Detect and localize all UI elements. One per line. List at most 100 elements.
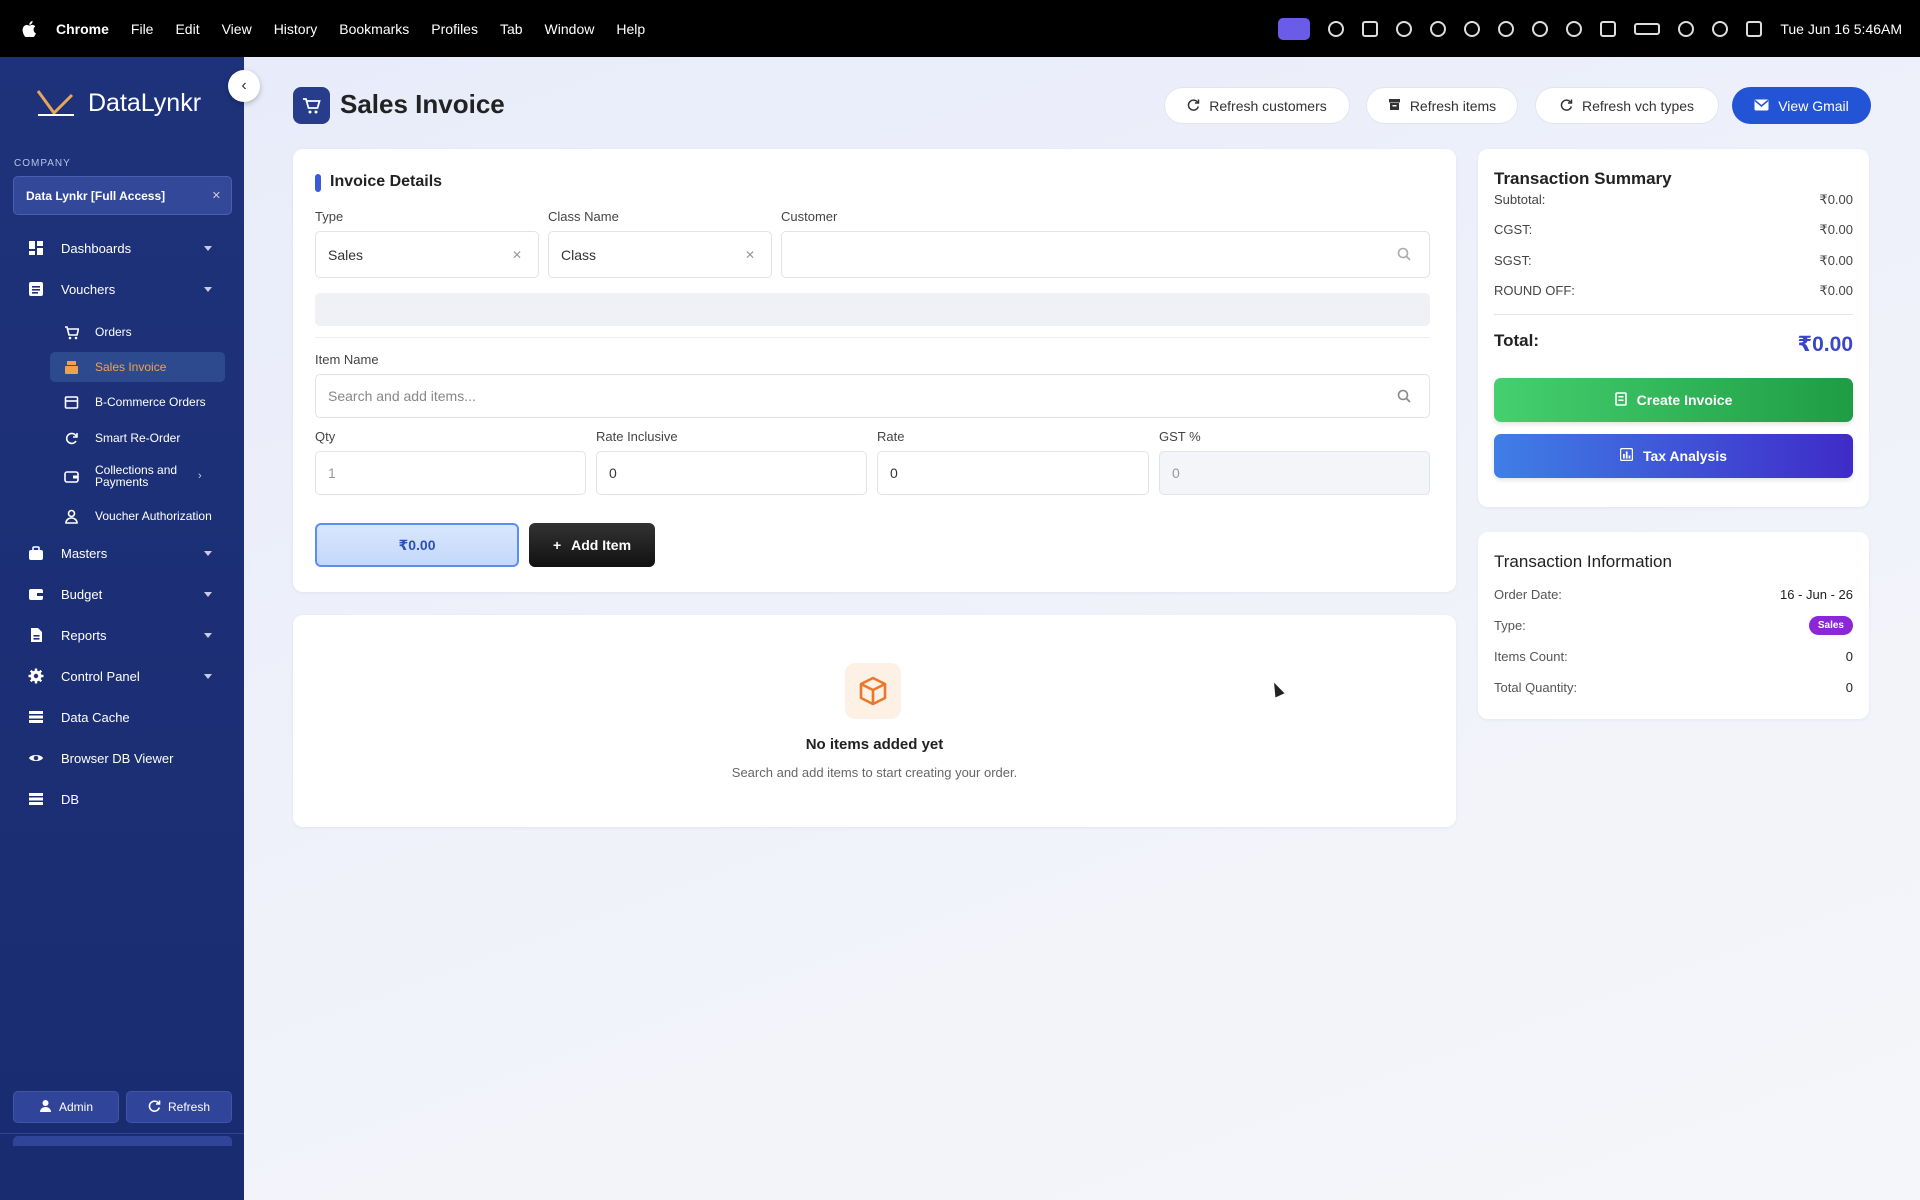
chevron-right-icon: › xyxy=(198,470,202,482)
create-invoice-button[interactable]: Create Invoice xyxy=(1494,378,1853,422)
sidebar-item-reports[interactable]: Reports xyxy=(0,620,244,650)
type-select[interactable]: Sales ✕ xyxy=(315,231,539,278)
sidebar-subitem-collections[interactable]: Collections and Payments › xyxy=(50,458,225,494)
sidebar-subitem-label: Smart Re-Order xyxy=(95,431,181,445)
collections-label-line2: Payments xyxy=(95,475,149,489)
subtotal-row: Subtotal: ₹0.00 xyxy=(1494,192,1853,208)
empty-state-title: No items added yet xyxy=(805,736,944,753)
items-count-row: Items Count: 0 xyxy=(1494,649,1853,664)
datalynkr-logo-icon xyxy=(36,90,74,116)
refresh-label: Refresh xyxy=(167,1100,211,1114)
customer-info-bar xyxy=(315,293,1430,326)
sidebar-refresh-button[interactable]: Refresh xyxy=(126,1091,232,1123)
sidebar-subitem-voucher-authorization[interactable]: Voucher Authorization xyxy=(50,501,225,531)
bluetooth-icon[interactable] xyxy=(1498,20,1515,37)
sidebar-item-browser-db-viewer[interactable]: Browser DB Viewer xyxy=(0,743,244,773)
clear-company-icon[interactable]: ✕ xyxy=(212,189,221,202)
sidebar-subitem-sales-invoice[interactable]: Sales Invoice xyxy=(50,352,225,382)
sidebar-subitem-bcommerce[interactable]: B-Commerce Orders xyxy=(50,387,225,417)
menubar-clock[interactable]: Tue Jun 16 5:46AM xyxy=(1780,21,1902,37)
sidebar-item-budget[interactable]: Budget xyxy=(0,579,244,609)
qty-input[interactable]: 1 xyxy=(315,451,586,495)
invoice-details-card: Invoice Details Type Sales ✕ Class Name … xyxy=(293,149,1456,592)
sidebar-item-dashboards[interactable]: Dashboards xyxy=(0,233,244,263)
rate-input[interactable]: 0 xyxy=(877,451,1149,495)
rate-inclusive-input[interactable]: 0 xyxy=(596,451,867,495)
customer-input[interactable] xyxy=(781,231,1430,278)
sidebar-item-label: Data Cache xyxy=(61,709,130,725)
headphones-icon[interactable] xyxy=(1532,20,1549,37)
round-off-value: ₹0.00 xyxy=(1819,283,1853,298)
battery-icon[interactable] xyxy=(1634,22,1661,35)
company-selector[interactable]: Data Lynkr [Full Access] ✕ xyxy=(13,176,232,215)
tax-analysis-label: Tax Analysis xyxy=(1642,448,1728,464)
class-name-label: Class Name xyxy=(548,209,619,224)
sidebar-item-label: Vouchers xyxy=(61,281,116,297)
screen-share-icon[interactable] xyxy=(1278,17,1311,40)
section-title: Invoice Details xyxy=(315,173,442,192)
sidebar-subitem-orders[interactable]: Orders xyxy=(50,317,225,347)
sidebar-item-db[interactable]: DB xyxy=(0,784,244,814)
view-gmail-button[interactable]: View Gmail xyxy=(1732,87,1871,124)
round-off-row: ROUND OFF: ₹0.00 xyxy=(1494,283,1853,299)
vpn-icon[interactable] xyxy=(1464,20,1481,37)
tax-analysis-button[interactable]: Tax Analysis xyxy=(1494,434,1853,478)
item-search-input[interactable]: Search and add items... xyxy=(315,374,1430,418)
add-item-button[interactable]: + Add Item xyxy=(529,523,655,567)
sidebar-item-label: Control Panel xyxy=(61,668,140,684)
menu-bookmarks[interactable]: Bookmarks xyxy=(339,21,409,37)
control-center-icon[interactable] xyxy=(1746,20,1763,37)
sidebar-item-label: Reports xyxy=(61,627,107,643)
class-name-select[interactable]: Class ✕ xyxy=(548,231,772,278)
chevron-left-icon: ‹ xyxy=(241,77,247,94)
admin-button[interactable]: Admin xyxy=(13,1091,119,1123)
spotlight-search-icon[interactable] xyxy=(1712,20,1729,37)
paperclip-icon[interactable] xyxy=(1396,20,1413,37)
refresh-vch-types-button[interactable]: Refresh vch types xyxy=(1535,87,1719,124)
sidebar-item-masters[interactable]: Masters xyxy=(0,538,244,568)
class-name-value: Class xyxy=(561,246,597,263)
extension-icon[interactable] xyxy=(1430,20,1447,37)
refresh-customers-button[interactable]: Refresh customers xyxy=(1164,87,1350,124)
sidebar-subitem-label: B-Commerce Orders xyxy=(95,395,206,409)
sgst-value: ₹0.00 xyxy=(1819,253,1853,268)
receipt-icon xyxy=(1614,391,1627,409)
sidebar-subitem-smart-reorder[interactable]: Smart Re-Order xyxy=(50,423,225,453)
order-date-row: Order Date: 16 - Jun - 26 xyxy=(1494,587,1853,602)
cash-register-icon xyxy=(64,360,79,375)
menu-file[interactable]: File xyxy=(131,21,154,37)
gst-input[interactable]: 0 xyxy=(1159,451,1430,495)
sgst-row: SGST: ₹0.00 xyxy=(1494,253,1853,269)
line-total-display: ₹0.00 xyxy=(315,523,519,567)
clear-class-icon[interactable]: ✕ xyxy=(745,248,755,262)
diamond-icon[interactable] xyxy=(1362,20,1379,37)
menu-tab[interactable]: Tab xyxy=(500,21,523,37)
refresh-items-button[interactable]: Refresh items xyxy=(1366,87,1518,124)
sidebar-subitem-label: Orders xyxy=(95,325,132,339)
sidebar-item-vouchers[interactable]: Vouchers xyxy=(0,274,244,304)
menu-edit[interactable]: Edit xyxy=(175,21,199,37)
refresh-items-label: Refresh items xyxy=(1409,97,1497,114)
sidebar-subitem-label: Collections and Payments xyxy=(95,464,177,488)
airplay-icon[interactable] xyxy=(1328,20,1345,37)
menu-chrome[interactable]: Chrome xyxy=(56,21,109,37)
wifi-icon[interactable] xyxy=(1678,20,1695,37)
display-icon[interactable] xyxy=(1600,20,1617,37)
menu-history[interactable]: History xyxy=(274,21,318,37)
collapse-sidebar-button[interactable]: ‹ xyxy=(228,70,260,102)
grid-icon xyxy=(28,240,44,256)
list-icon xyxy=(28,791,44,807)
menu-profiles[interactable]: Profiles xyxy=(431,21,478,37)
menu-view[interactable]: View xyxy=(222,21,252,37)
menu-help[interactable]: Help xyxy=(616,21,645,37)
sidebar-item-data-cache[interactable]: Data Cache xyxy=(0,702,244,732)
rate-value: 0 xyxy=(890,465,898,481)
apple-icon[interactable] xyxy=(22,20,36,38)
brand-logo[interactable]: DataLynkr xyxy=(36,87,201,119)
items-count-value: 0 xyxy=(1845,649,1853,664)
clear-type-icon[interactable]: ✕ xyxy=(512,248,522,262)
wallet-icon xyxy=(64,469,79,484)
sidebar-item-control-panel[interactable]: Control Panel xyxy=(0,661,244,691)
menu-window[interactable]: Window xyxy=(545,21,595,37)
play-icon[interactable] xyxy=(1566,20,1583,37)
